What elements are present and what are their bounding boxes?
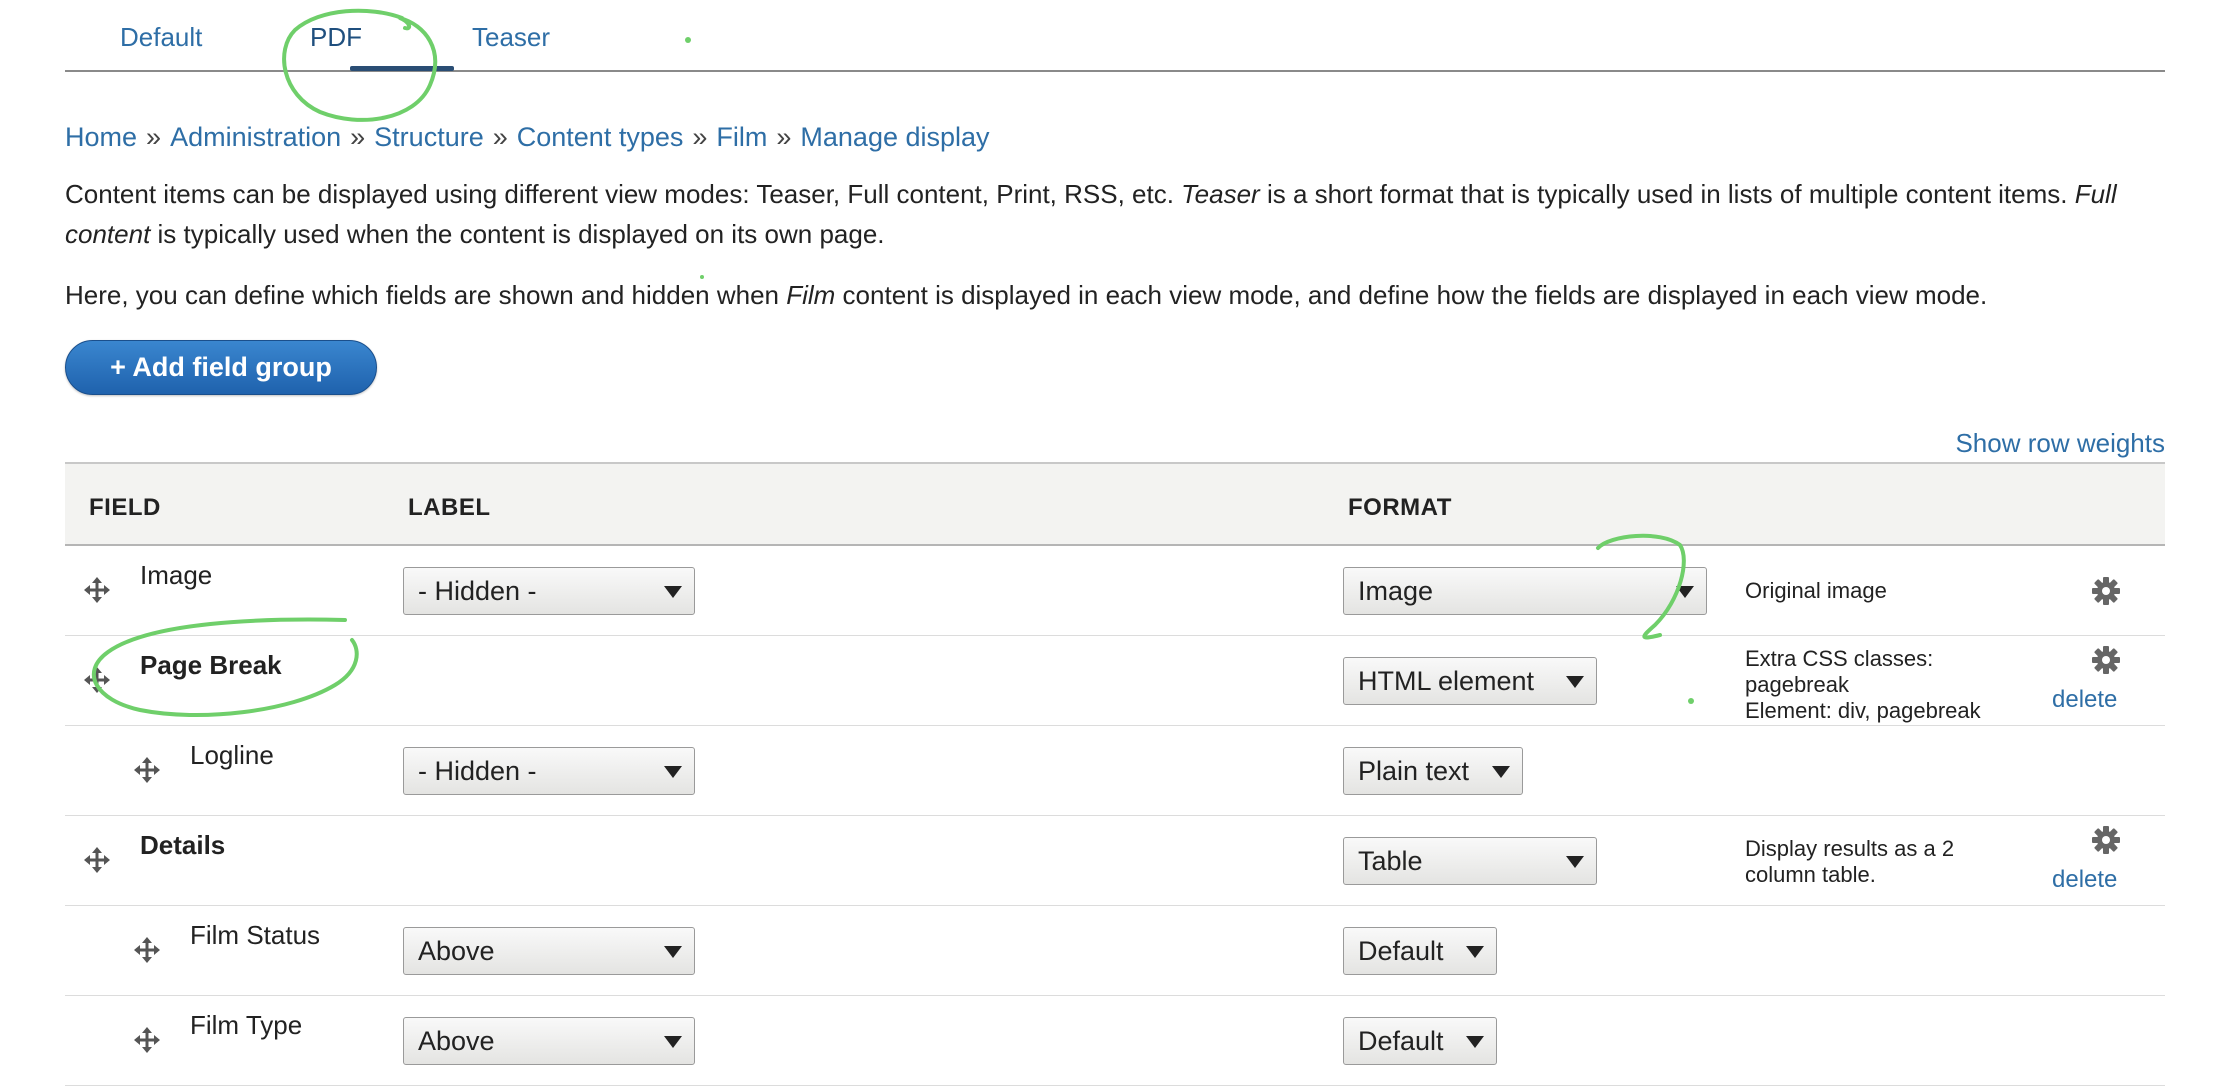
chevron-down-icon — [1676, 586, 1694, 598]
format-select[interactable]: Default — [1343, 1017, 1497, 1065]
chevron-down-icon — [1466, 946, 1484, 958]
fields-description: Here, you can define which fields are sh… — [65, 280, 1988, 310]
format-summary: Display results as a 2 column table. — [1745, 836, 1955, 887]
tab-teaser[interactable]: Teaser — [472, 22, 550, 53]
chevron-down-icon — [1566, 676, 1584, 688]
add-field-group-button[interactable]: + Add field group — [65, 340, 377, 395]
format-select[interactable]: Default — [1343, 927, 1497, 975]
table-row: Logline - Hidden - Plain text — [65, 726, 2165, 816]
field-name: Details — [140, 830, 226, 860]
breadcrumb-separator: » — [146, 122, 162, 152]
view-modes-description: Content items can be displayed using dif… — [65, 179, 2117, 249]
breadcrumb-separator: » — [776, 122, 792, 152]
breadcrumb-separator: » — [492, 122, 508, 152]
label-select[interactable]: - Hidden - — [403, 747, 695, 795]
gear-icon[interactable] — [2090, 824, 2122, 856]
show-row-weights-link[interactable]: Show row weights — [1955, 428, 2165, 459]
breadcrumb: Home » Administration » Structure » Content ty… — [65, 122, 990, 153]
field-name: Image — [140, 560, 213, 590]
label-select[interactable]: - Hidden - — [403, 567, 695, 615]
chevron-down-icon — [664, 586, 682, 598]
table-row: Film Type Above Default — [65, 996, 2165, 1086]
gear-icon[interactable] — [2090, 644, 2122, 676]
header-label: LABEL — [408, 494, 491, 521]
breadcrumb-separator: » — [692, 122, 708, 152]
breadcrumb-separator: » — [350, 122, 366, 152]
header-field: FIELD — [89, 494, 161, 521]
move-arrows-icon[interactable] — [83, 576, 111, 604]
tab-default[interactable]: Default — [120, 22, 202, 53]
delete-group-link[interactable]: delete — [2052, 866, 2117, 894]
active-tab-indicator — [350, 66, 454, 71]
label-select[interactable]: Above — [403, 927, 695, 975]
table-row: Image - Hidden - Image Original image — [65, 546, 2165, 636]
field-name: Film Type — [190, 1010, 303, 1040]
breadcrumb-structure[interactable]: Structure — [374, 122, 484, 152]
chevron-down-icon — [664, 946, 682, 958]
tab-pdf[interactable]: PDF — [310, 22, 362, 53]
breadcrumb-content-types[interactable]: Content types — [517, 122, 684, 152]
chevron-down-icon — [1566, 856, 1584, 868]
table-row: Page Break HTML element Extra CSS classe… — [65, 636, 2165, 726]
format-select[interactable]: Plain text — [1343, 747, 1523, 795]
chevron-down-icon — [1466, 1036, 1484, 1048]
format-select[interactable]: HTML element — [1343, 657, 1597, 705]
breadcrumb-film[interactable]: Film — [716, 122, 767, 152]
header-format: FORMAT — [1348, 494, 1452, 521]
manage-display-page: Default PDF Teaser Home » Administration » S… — [0, 0, 2223, 1086]
move-arrows-icon[interactable] — [83, 846, 111, 874]
format-summary: Extra CSS classes: pagebreak Element: di… — [1745, 646, 1981, 723]
field-name: Film Status — [190, 920, 321, 950]
delete-group-link[interactable]: delete — [2052, 686, 2117, 714]
move-arrows-icon[interactable] — [133, 936, 161, 964]
label-select[interactable]: Above — [403, 1017, 695, 1065]
format-select[interactable]: Image — [1343, 567, 1707, 615]
breadcrumb-manage-display[interactable]: Manage display — [800, 122, 989, 152]
table-row: Details Table Display results as a 2 col… — [65, 816, 2165, 906]
view-mode-tabs: Default PDF Teaser — [65, 0, 2165, 72]
format-select[interactable]: Table — [1343, 837, 1597, 885]
gear-icon[interactable] — [2090, 575, 2122, 607]
field-name: Page Break — [140, 650, 282, 680]
fields-table: FIELD LABEL FORMAT Image - Hidden - Imag… — [65, 462, 2165, 1086]
table-row: Film Status Above Default — [65, 906, 2165, 996]
move-arrows-icon[interactable] — [133, 1026, 161, 1054]
chevron-down-icon — [664, 766, 682, 778]
move-arrows-icon[interactable] — [83, 666, 111, 694]
field-name: Logline — [190, 740, 274, 770]
breadcrumb-home[interactable]: Home — [65, 122, 137, 152]
move-arrows-icon[interactable] — [133, 756, 161, 784]
table-header: FIELD LABEL FORMAT — [65, 462, 2165, 546]
chevron-down-icon — [664, 1036, 682, 1048]
breadcrumb-administration[interactable]: Administration — [170, 122, 341, 152]
chevron-down-icon — [1492, 766, 1510, 778]
format-summary: Original image — [1745, 578, 1887, 603]
